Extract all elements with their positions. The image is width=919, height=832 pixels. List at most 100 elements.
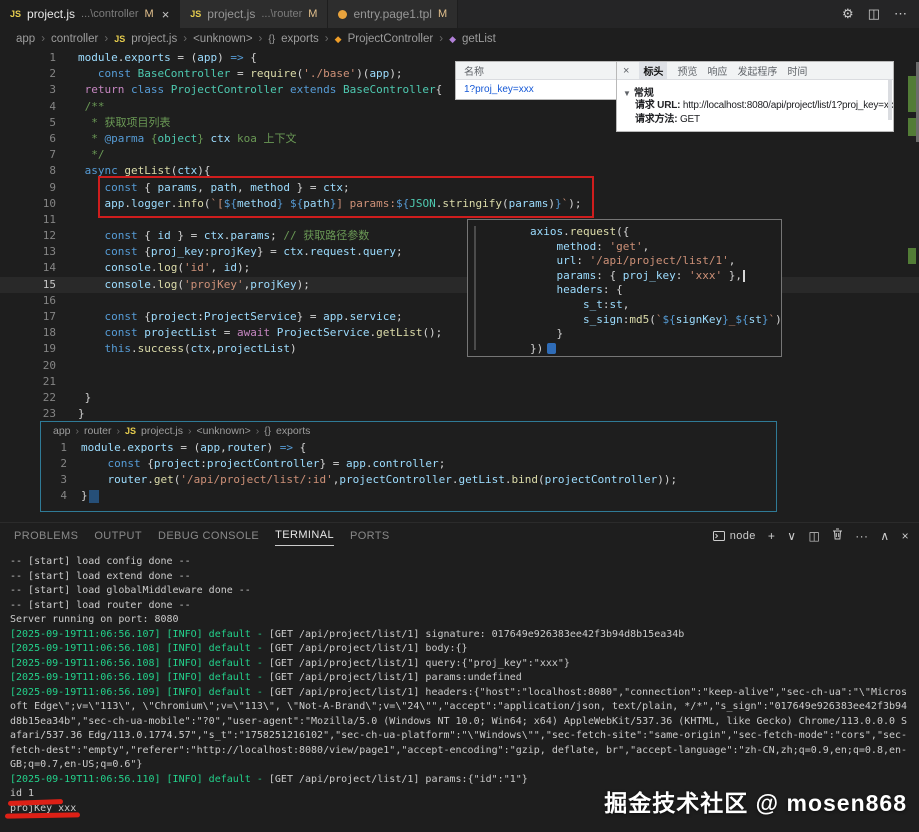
code-line[interactable]: 23} <box>0 406 919 422</box>
code-token: projectController <box>206 457 320 470</box>
chevron-right-icon: › <box>439 33 444 45</box>
snippet-line: } <box>468 327 781 342</box>
split-terminal-icon[interactable]: ◫ <box>808 529 820 543</box>
general-section-header[interactable]: ▼ 常规 <box>617 80 893 99</box>
code-token: 'id' <box>183 261 211 275</box>
breadcrumb-item-app[interactable]: app <box>53 425 71 437</box>
tab-project-router[interactable]: JS project.js ...\router M <box>180 0 329 28</box>
breadcrumb-item-unknown[interactable]: <unknown> <box>193 33 252 45</box>
terminal-shell-selector[interactable]: node <box>712 530 756 542</box>
tab-entry-page1-tpl[interactable]: entry.page1.tpl M <box>328 0 459 28</box>
more-actions-icon[interactable]: ⋯ <box>894 6 907 22</box>
breadcrumb-item-file[interactable]: project.js <box>141 425 183 437</box>
code-token: BaseController <box>342 83 436 97</box>
line-number: 3 <box>49 83 56 97</box>
close-icon[interactable]: × <box>162 7 170 22</box>
tab-preview[interactable]: 预览 <box>677 63 697 78</box>
code-text: } <box>70 406 85 422</box>
tab-problems[interactable]: PROBLEMS <box>14 526 78 546</box>
code-line[interactable]: 4} <box>41 488 776 504</box>
code-token: ; <box>395 310 403 323</box>
devtools-headers-panel: × 标头 预览 响应 发起程序 时间 ▼ 常规 请求 URL: http://lo… <box>616 61 894 132</box>
new-terminal-icon[interactable]: + <box>768 529 775 543</box>
request-url-value: http://localhost:8080/api/project/list/1… <box>682 100 894 111</box>
code-token: : <box>200 457 207 470</box>
tab-debug-console[interactable]: DEBUG CONSOLE <box>158 526 259 546</box>
breadcrumb-item-method[interactable]: getList <box>462 33 496 45</box>
log-text: [GET /api/project/list/1] body:{} <box>268 643 468 654</box>
breadcrumb-item-class[interactable]: ProjectController <box>348 33 434 45</box>
chevron-right-icon: › <box>255 425 260 437</box>
close-panel-icon[interactable]: × <box>902 529 909 543</box>
snippet-line: s_sign:md5(`${signKey}_${st}`) <box>468 313 782 328</box>
log-text: -- [start] load globalMiddleware done -- <box>10 585 251 596</box>
devtools-request-row[interactable]: 1?proj_key=xxx <box>456 80 617 98</box>
terminal-line: -- [start] load router done -- <box>10 599 919 614</box>
chevron-down-icon[interactable]: ∨ <box>787 529 796 543</box>
code-token: { <box>137 310 151 323</box>
breadcrumb-item-exports[interactable]: exports <box>276 425 310 437</box>
line-number: 5 <box>49 115 56 129</box>
code-token: } = <box>170 229 204 243</box>
tab-response[interactable]: 响应 <box>707 63 727 78</box>
tab-ports[interactable]: PORTS <box>350 526 390 546</box>
code-line[interactable]: 6 * @parma {object} ctx koa 上下文 <box>0 131 919 147</box>
code-token: = <box>217 326 237 340</box>
breadcrumb-item-exports[interactable]: exports <box>281 33 319 45</box>
code-token: BaseController <box>137 67 231 81</box>
code-token: const <box>97 67 131 81</box>
code-token: console <box>104 261 151 275</box>
chevron-right-icon: › <box>75 425 80 437</box>
devtools-scrollbar[interactable] <box>888 80 892 120</box>
code-token: . <box>563 225 570 238</box>
close-icon[interactable]: × <box>623 65 629 77</box>
code-line[interactable]: 3 router.get('/api/project/list/:id',pro… <box>41 472 776 488</box>
split-editor-icon[interactable]: ◫ <box>868 6 880 22</box>
breadcrumb-item-unknown[interactable]: <unknown> <box>197 425 251 437</box>
annotation-red-box <box>98 176 594 218</box>
code-line[interactable]: 21 <box>0 374 919 390</box>
terminal-line: afari/537.36 Edg/113.0.1774.57","s_t":"1… <box>10 729 919 744</box>
code-token: }, <box>722 268 742 282</box>
terminal-line: -- [start] load config done -- <box>10 555 919 570</box>
code-text: console.log('projKey',projKey); <box>70 277 310 293</box>
tab-project-controller[interactable]: JS project.js ...\controller M × <box>0 0 181 28</box>
tab-headers[interactable]: 标头 <box>639 62 668 79</box>
code-token: ) <box>217 51 231 64</box>
tab-file-name: entry.page1.tpl <box>353 7 432 21</box>
code-line[interactable]: 1 module.exports = (app,router) => { <box>41 440 776 456</box>
code-token: ctx <box>210 131 231 145</box>
code-line[interactable]: 7 */ <box>0 147 919 163</box>
tab-timing[interactable]: 时间 <box>787 63 807 78</box>
code-text: this.success(ctx,projectList) <box>70 341 297 357</box>
tab-initiator[interactable]: 发起程序 <box>737 63 777 78</box>
code-token: . <box>504 473 512 486</box>
code-line[interactable]: 2 const {project:projectController} = ap… <box>41 456 776 472</box>
log-text: [GET /api/project/list/1] query:{"proj_k… <box>268 657 570 669</box>
devtools-panel-tabs: × 标头 预览 响应 发起程序 时间 <box>617 62 893 80</box>
code-token: = <box>230 67 251 81</box>
code-token: exports <box>124 51 171 64</box>
code-line[interactable]: 20 <box>0 358 919 374</box>
code-token: ProjectService <box>203 310 297 323</box>
code-token: : <box>596 239 610 253</box>
tab-output[interactable]: OUTPUT <box>94 526 142 546</box>
breadcrumb-item-router[interactable]: router <box>84 425 111 437</box>
code-token: projKey <box>250 277 297 291</box>
breadcrumb-item-controller[interactable]: controller <box>51 33 98 45</box>
code-token: ; <box>270 229 284 243</box>
breadcrumb-item-file[interactable]: project.js <box>131 33 177 45</box>
code-line[interactable]: 22 } <box>0 390 919 406</box>
snippet-line: headers: { <box>468 283 781 298</box>
settings-icon[interactable]: ⚙ <box>842 6 854 22</box>
maximize-panel-icon[interactable]: ∧ <box>880 529 889 543</box>
breadcrumb-item-app[interactable]: app <box>16 33 35 45</box>
terminal-icon <box>712 530 725 541</box>
panel-more-icon[interactable]: ··· <box>855 529 868 543</box>
kill-terminal-icon[interactable] <box>832 528 843 543</box>
tab-terminal[interactable]: TERMINAL <box>275 525 334 546</box>
log-text: d8b15ea34b","sec-ch-ua-mobile":"?0","use… <box>10 715 908 727</box>
